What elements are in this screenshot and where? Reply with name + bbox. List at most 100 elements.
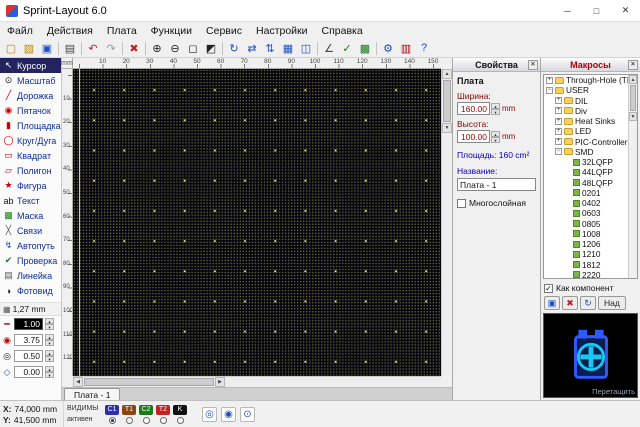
open-button[interactable]: ▨ <box>20 40 38 57</box>
group-button[interactable]: ◫ <box>297 40 315 57</box>
tool-ruler[interactable]: ▤Линейка <box>0 268 61 283</box>
macro-tree-item[interactable]: 0402 <box>544 198 628 208</box>
pcb-canvas[interactable] <box>73 69 441 376</box>
macro-tree-item[interactable]: 44LQFP <box>544 167 628 177</box>
tree-scrollbar[interactable]: ▲ ▼ <box>628 75 637 278</box>
menu-item[interactable]: Действия <box>40 22 100 39</box>
spin-down-icon[interactable]: ▾ <box>491 109 500 115</box>
scroll-left-icon[interactable]: ◀ <box>73 377 83 387</box>
scroll-down-icon[interactable]: ▼ <box>629 112 637 121</box>
minimize-button[interactable]: ─ <box>553 0 582 21</box>
track-width-value[interactable]: 1.00 <box>14 318 43 330</box>
macro-tree-item[interactable]: 1008 <box>544 229 628 239</box>
layer-active-radio[interactable] <box>160 417 167 424</box>
expand-icon[interactable]: + <box>555 138 562 145</box>
macro-tree-item[interactable]: +Heat Sinks <box>544 116 628 126</box>
layer-visibility-toggle[interactable]: C2 <box>139 405 153 415</box>
save-macro-button[interactable]: ▣ <box>544 296 560 310</box>
scrollbar-thumb[interactable] <box>443 80 451 122</box>
expand-icon[interactable]: + <box>555 107 562 114</box>
expand-icon[interactable]: + <box>555 118 562 125</box>
board-tab[interactable]: Плата - 1 <box>64 388 120 400</box>
width-input[interactable]: 160.00 <box>457 102 490 115</box>
spin-down-icon[interactable]: ▾ <box>45 356 54 362</box>
close-icon[interactable]: ✕ <box>628 60 638 70</box>
layer-visibility-toggle[interactable]: T1 <box>122 405 136 415</box>
layer-active-radio[interactable] <box>143 417 150 424</box>
delete-macro-button[interactable]: ✖ <box>562 296 578 310</box>
macro-tree-item[interactable]: 48LQFP <box>544 178 628 188</box>
save-button[interactable]: ▣ <box>38 40 56 57</box>
macro-tree-item[interactable]: −SMD <box>544 147 628 157</box>
scroll-down-icon[interactable]: ▼ <box>442 123 452 133</box>
pad-diameter-value[interactable]: 3.75 <box>14 334 43 346</box>
redo-button[interactable]: ↷ <box>102 40 120 57</box>
scrollbar-thumb[interactable] <box>84 378 214 386</box>
macro-tree-item[interactable]: +Through-Hole (TH) <box>544 75 628 85</box>
macro-tree-item[interactable]: 0201 <box>544 188 628 198</box>
close-button[interactable]: ✕ <box>611 0 640 21</box>
zoom-selection-button[interactable]: ◩ <box>202 40 220 57</box>
layer-active-radio[interactable] <box>109 417 116 424</box>
settings-button[interactable]: ⚙ <box>379 40 397 57</box>
spinner[interactable]: ▴▾ <box>45 334 54 346</box>
tool-autoroute[interactable]: ↯Автопуть <box>0 238 61 253</box>
scroll-right-icon[interactable]: ▶ <box>215 377 225 387</box>
test-button[interactable]: ✓ <box>338 40 356 57</box>
macro-tree-item[interactable]: 1812 <box>544 260 628 270</box>
measure-button[interactable]: ∠ <box>320 40 338 57</box>
macro-preview[interactable]: Перетащить <box>543 313 638 398</box>
expand-icon[interactable]: + <box>555 128 562 135</box>
macro-tree-item[interactable]: 0603 <box>544 208 628 218</box>
scroll-up-icon[interactable]: ▲ <box>629 75 637 84</box>
macro-tree-item[interactable]: +DIL <box>544 96 628 106</box>
macro-tree-item[interactable]: +PIC-Controller <box>544 137 628 147</box>
macro-tree-item[interactable]: 2220 <box>544 270 628 278</box>
as-component-checkbox[interactable]: ✓ <box>544 284 553 293</box>
macro-library-button[interactable]: ▥ <box>397 40 415 57</box>
scroll-up-icon[interactable]: ▲ <box>442 69 452 79</box>
spin-down-icon[interactable]: ▾ <box>45 372 54 378</box>
multilayer-checkbox[interactable] <box>457 199 466 208</box>
spin-down-icon[interactable]: ▾ <box>45 324 54 330</box>
spin-down-icon[interactable]: ▾ <box>491 137 500 143</box>
tool-cursor[interactable]: ↖Курсор <box>0 58 61 73</box>
dot-circle-icon[interactable]: ⊙ <box>240 407 255 422</box>
collapse-icon[interactable]: − <box>546 87 553 94</box>
layer-visibility-toggle[interactable]: С1 <box>105 405 119 415</box>
macro-tree-item[interactable]: +LED <box>544 126 628 136</box>
tool-rect[interactable]: ▭Квадрат <box>0 148 61 163</box>
rotate-macro-button[interactable]: ↻ <box>580 296 596 310</box>
menu-item[interactable]: Справка <box>315 22 370 39</box>
mirror-vertical-button[interactable]: ⇅ <box>261 40 279 57</box>
bullseye-icon[interactable]: ◉ <box>221 407 236 422</box>
help-button[interactable]: ? <box>415 40 433 57</box>
menu-item[interactable]: Сервис <box>199 22 249 39</box>
layer-position-button[interactable]: Над <box>598 296 626 310</box>
rotate-button[interactable]: ↻ <box>225 40 243 57</box>
vertical-scrollbar[interactable]: ▲ ▼ <box>441 69 452 376</box>
spin-down-icon[interactable]: ▾ <box>45 340 54 346</box>
layer-visibility-toggle[interactable]: T2 <box>156 405 170 415</box>
tool-circle[interactable]: ◯Круг/Дуга <box>0 133 61 148</box>
layer-active-radio[interactable] <box>126 417 133 424</box>
height-spinner[interactable]: ▴ ▾ <box>491 131 500 143</box>
expand-icon[interactable]: + <box>555 97 562 104</box>
zoom-in-button[interactable]: ⊕ <box>148 40 166 57</box>
offset-value[interactable]: 0.00 <box>14 366 43 378</box>
grid-selector[interactable]: ▦ 1,27 mm <box>0 302 61 316</box>
height-input[interactable]: 100.00 <box>457 130 490 143</box>
tool-connections[interactable]: ╳Связи <box>0 223 61 238</box>
pad-drill-value[interactable]: 0.50 <box>14 350 43 362</box>
macro-tree-item[interactable]: 32LQFP <box>544 157 628 167</box>
tool-text[interactable]: abТекст <box>0 193 61 208</box>
layer-visibility-toggle[interactable]: K <box>173 405 187 415</box>
menu-item[interactable]: Плата <box>100 22 144 39</box>
align-button[interactable]: ▦ <box>279 40 297 57</box>
spinner[interactable]: ▴▾ <box>45 318 54 330</box>
board-name-input[interactable]: Плата - 1 <box>457 178 536 191</box>
macro-tree-item[interactable]: 1210 <box>544 249 628 259</box>
tool-pad[interactable]: ◉Пятачок <box>0 103 61 118</box>
width-spinner[interactable]: ▴ ▾ <box>491 103 500 115</box>
spinner[interactable]: ▴▾ <box>45 366 54 378</box>
